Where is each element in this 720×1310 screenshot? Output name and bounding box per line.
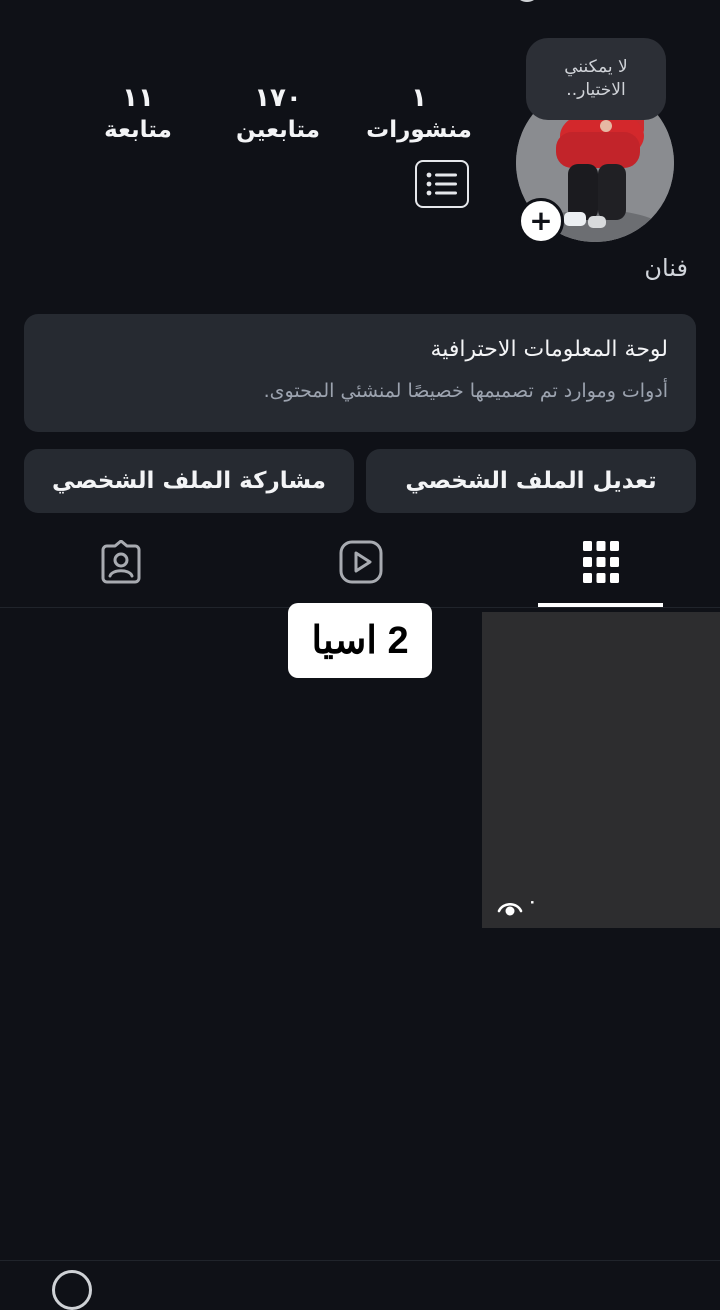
edit-profile-button[interactable]: تعديل الملف الشخصي	[366, 449, 696, 513]
bottom-nav-divider	[0, 1260, 720, 1261]
status-bar-icon	[514, 0, 540, 2]
overlay-caption: 2 اسيا	[288, 603, 432, 678]
posts-label: منشورات	[366, 117, 472, 143]
grid-icon	[582, 541, 619, 583]
dashboard-subtitle: أدوات وموارد تم تصميمها خصيصًا لمنشئي ال…	[263, 380, 668, 402]
posts-count: ١	[411, 83, 427, 113]
followers-count: ١٧٠	[254, 83, 302, 113]
share-profile-button[interactable]: مشاركة الملف الشخصي	[24, 449, 354, 513]
followers-label: متابعين	[236, 117, 320, 143]
eye-icon	[497, 902, 523, 916]
add-story-button[interactable]: +	[518, 198, 564, 244]
list-button[interactable]	[415, 160, 469, 208]
followers-stat[interactable]: ١٧٠ متابعين	[220, 82, 336, 146]
note-bubble[interactable]: لا يمكنني الاختيار..	[526, 38, 666, 120]
posts-stat[interactable]: ١ منشورات	[360, 82, 478, 146]
profile-name: فنان	[644, 254, 688, 282]
plus-icon: +	[529, 204, 553, 237]
following-label: متابعة	[104, 117, 172, 143]
tagged-icon	[101, 540, 140, 584]
tab-tagged[interactable]	[58, 536, 183, 588]
reels-icon	[339, 540, 382, 584]
views-count: ٠	[528, 894, 537, 910]
tab-posts[interactable]	[538, 536, 663, 588]
list-icon	[426, 172, 457, 196]
note-text: لا يمكنني الاختيار..	[564, 57, 628, 100]
following-stat[interactable]: ١١ متابعة	[90, 82, 186, 146]
dashboard-title: لوحة المعلومات الاحترافية	[430, 337, 668, 362]
tab-reels[interactable]	[298, 536, 423, 588]
professional-dashboard[interactable]: لوحة المعلومات الاحترافية أدوات وموارد ت…	[24, 314, 696, 432]
following-count: ١١	[122, 83, 154, 113]
post-thumbnail[interactable]	[482, 612, 720, 928]
nav-icon[interactable]	[52, 1270, 92, 1310]
